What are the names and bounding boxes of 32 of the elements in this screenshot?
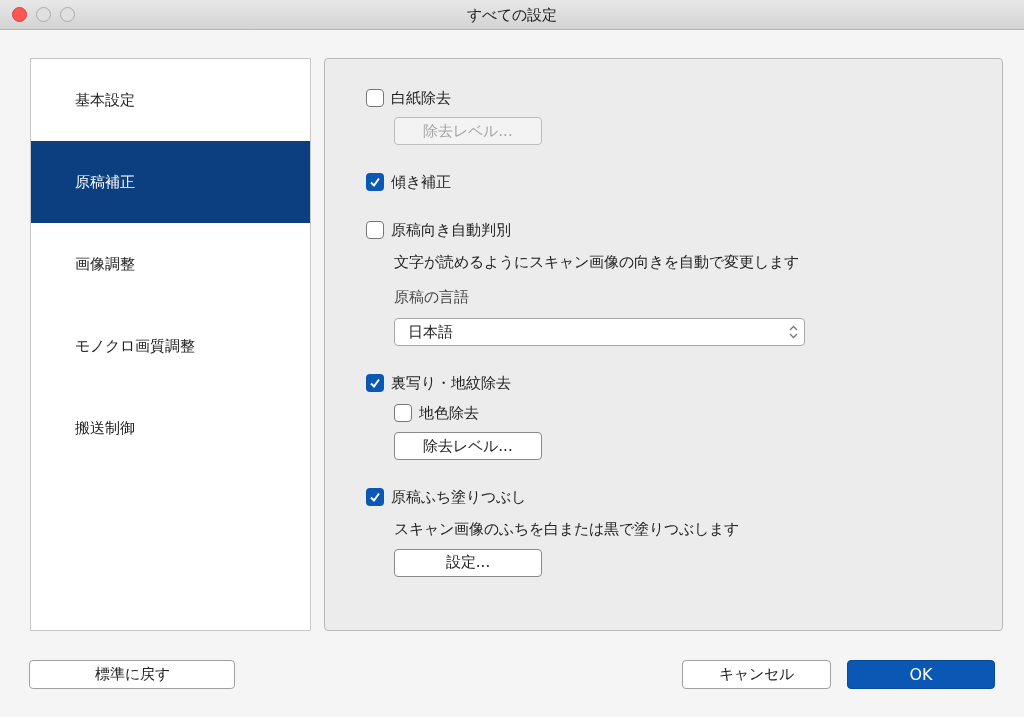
checkbox[interactable] (366, 221, 384, 239)
checkbox[interactable] (366, 89, 384, 107)
settings-button[interactable]: 除去レベル... (394, 432, 542, 460)
up-down-chevron-icon (789, 325, 798, 339)
description-text: スキャン画像のふちを白または黒で塗りつぶします (394, 519, 739, 540)
checkmark-icon (369, 491, 381, 503)
checkmark-icon (369, 377, 381, 389)
checkbox-label: 地色除去 (419, 402, 479, 424)
checkbox[interactable] (366, 374, 384, 392)
sidebar-item[interactable]: 原稿補正 (31, 141, 310, 223)
sidebar-item[interactable]: 画像調整 (31, 223, 310, 305)
cancel-button[interactable]: キャンセル (682, 660, 831, 689)
settings-button[interactable]: 設定... (394, 548, 542, 577)
sidebar-item[interactable]: 搬送制御 (31, 387, 310, 469)
checkmark-icon (369, 176, 381, 188)
language-dropdown[interactable]: 日本語 (394, 318, 805, 346)
checkbox-label: 白紙除去 (391, 87, 451, 109)
ok-button[interactable]: OK (847, 660, 995, 689)
field-label: 原稿の言語 (394, 286, 469, 308)
checkbox[interactable] (394, 404, 412, 422)
checkbox[interactable] (366, 488, 384, 506)
checkbox-label: 原稿ふち塗りつぶし (391, 486, 526, 508)
reset-button[interactable]: 標準に戻す (29, 660, 235, 689)
sidebar-item[interactable]: 基本設定 (31, 59, 310, 141)
checkbox[interactable] (366, 173, 384, 191)
window-title: すべての設定 (467, 4, 557, 26)
close-button[interactable] (12, 7, 27, 22)
sidebar-item[interactable]: モノクロ画質調整 (31, 305, 310, 387)
description-text: 文字が読めるようにスキャン画像の向きを自動で変更します (394, 252, 799, 273)
checkbox-label: 裏写り・地紋除去 (391, 372, 511, 394)
checkbox-label: 原稿向き自動判別 (391, 219, 511, 241)
checkbox-label: 傾き補正 (391, 171, 451, 193)
